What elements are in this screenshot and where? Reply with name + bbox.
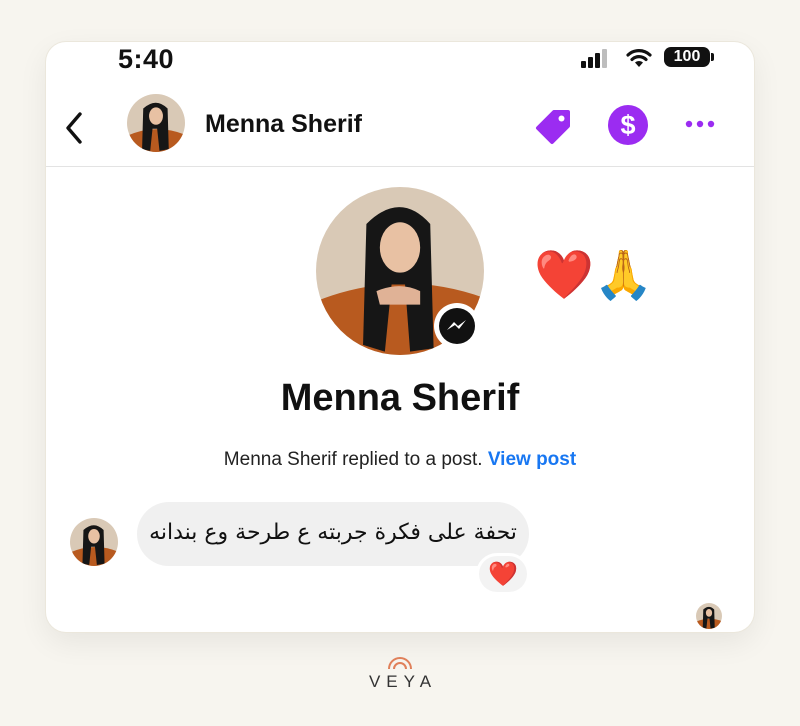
tag-icon[interactable] [532, 104, 576, 148]
message-reaction[interactable]: ❤️ [479, 556, 527, 592]
reply-context: Menna Sherif replied to a post. View pos… [46, 449, 754, 471]
status-time: 5:40 [118, 44, 175, 74]
brand-arc-icon [388, 657, 412, 670]
view-post-link[interactable]: View post [488, 449, 576, 470]
more-horizontal-icon[interactable] [680, 110, 720, 138]
message-bubble[interactable]: تحفة على فكرة جربته ع طرحة وع بندانه [137, 502, 529, 566]
header-contact-name[interactable]: Menna Sherif [205, 110, 362, 139]
profile-name: Menna Sherif [280, 377, 520, 419]
cellular-signal-icon [581, 49, 607, 68]
sender-avatar[interactable] [70, 518, 118, 566]
wifi-icon [626, 49, 652, 67]
battery-tip [711, 53, 714, 61]
messenger-badge [434, 303, 480, 349]
chevron-left-icon[interactable] [60, 108, 88, 148]
battery-indicator: 100 [664, 47, 710, 67]
chat-window: 5:40 100 Menna Sherif $ ❤️🙏 Menna Sherif… [46, 42, 754, 632]
read-receipt-avatar [696, 603, 722, 629]
reaction-emojis: ❤️🙏 [534, 247, 654, 303]
brand-footer: VEYA [0, 656, 800, 692]
messenger-icon [439, 308, 475, 344]
brand-name: VEYA [368, 672, 438, 691]
message-text: تحفة على فكرة جربته ع طرحة وع بندانه [149, 520, 517, 545]
reply-context-text: Menna Sherif replied to a post. [223, 449, 483, 470]
status-bar: 5:40 100 [46, 42, 754, 82]
dollar-icon[interactable]: $ [608, 105, 648, 145]
header-avatar[interactable] [127, 94, 185, 152]
